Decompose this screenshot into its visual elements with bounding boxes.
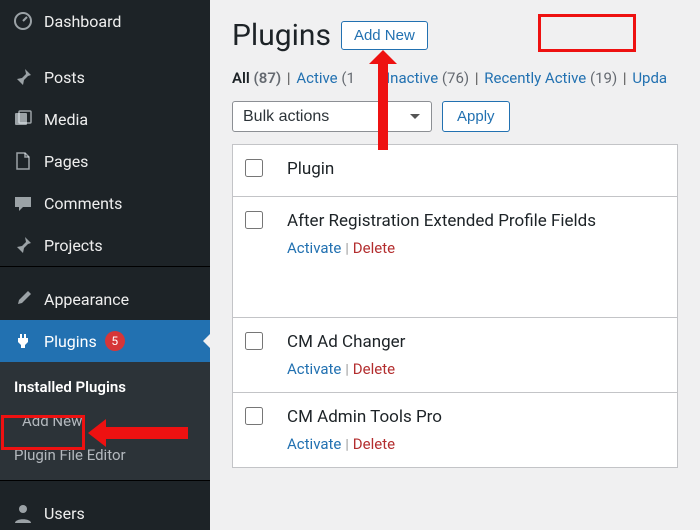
sidebar-item-label: Plugins — [44, 332, 97, 351]
sidebar-item-label: Projects — [44, 236, 103, 255]
sidebar-item-label: Posts — [44, 68, 85, 87]
plugins-submenu: Installed Plugins Add New Plugin File Ed… — [0, 362, 210, 480]
sidebar-item-projects[interactable]: Projects — [0, 224, 210, 266]
activate-link[interactable]: Activate — [287, 239, 341, 257]
bulk-actions-select[interactable]: Bulk actions — [232, 101, 432, 132]
sidebar-item-appearance[interactable]: Appearance — [0, 278, 210, 320]
filter-active[interactable]: Active (1 — [296, 69, 355, 87]
row-checkbox[interactable] — [245, 332, 263, 350]
plugin-filters: All (87) | Active (1 | Inactive (76) | R… — [232, 69, 678, 87]
page-icon — [12, 150, 34, 172]
filter-all[interactable]: All (87) — [232, 69, 281, 87]
pin-icon — [12, 234, 34, 256]
pin-icon — [12, 66, 34, 88]
row-actions: Activate|Delete — [287, 435, 665, 453]
plugin-name: CM Ad Changer — [287, 332, 665, 352]
plugins-table: Plugin After Registration Extended Profi… — [232, 144, 678, 468]
sidebar-item-dashboard[interactable]: Dashboard — [0, 0, 210, 42]
table-row: After Registration Extended Profile Fiel… — [233, 197, 678, 318]
media-icon — [12, 108, 34, 130]
sidebar-item-plugins[interactable]: Plugins 5 — [0, 320, 210, 362]
select-all-checkbox[interactable] — [245, 159, 263, 177]
submenu-add-new[interactable]: Add New — [8, 404, 202, 438]
main-content: Plugins Add New All (87) | Active (1 | I… — [210, 0, 700, 530]
table-row: CM Ad Changer Activate|Delete — [233, 318, 678, 393]
sidebar-item-pages[interactable]: Pages — [0, 140, 210, 182]
sidebar-item-users[interactable]: Users — [0, 492, 210, 530]
users-icon — [12, 502, 34, 524]
filter-update[interactable]: Upda — [632, 69, 667, 87]
row-checkbox[interactable] — [245, 407, 263, 425]
submenu-installed-plugins[interactable]: Installed Plugins — [0, 370, 210, 404]
activate-link[interactable]: Activate — [287, 360, 341, 378]
sidebar-item-label: Dashboard — [44, 12, 121, 31]
add-new-button[interactable]: Add New — [341, 21, 428, 50]
row-actions: Activate|Delete — [287, 360, 665, 378]
sidebar-item-label: Media — [44, 110, 88, 129]
admin-sidebar: Dashboard Posts Media Pages Comments Pro… — [0, 0, 210, 530]
page-title: Plugins — [232, 18, 331, 53]
update-badge: 5 — [105, 331, 125, 351]
sidebar-item-comments[interactable]: Comments — [0, 182, 210, 224]
sidebar-separator — [0, 480, 210, 492]
brush-icon — [12, 288, 34, 310]
row-actions: Activate|Delete — [287, 239, 665, 257]
sidebar-item-label: Comments — [44, 194, 122, 213]
sidebar-separator — [0, 266, 210, 278]
filter-inactive[interactable]: Inactive (76) — [386, 69, 469, 87]
dashboard-icon — [12, 10, 34, 32]
plugin-name: After Registration Extended Profile Fiel… — [287, 211, 665, 231]
table-row: CM Admin Tools Pro Activate|Delete — [233, 393, 678, 468]
column-plugin[interactable]: Plugin — [275, 145, 678, 197]
delete-link[interactable]: Delete — [353, 360, 395, 378]
submenu-plugin-file-editor[interactable]: Plugin File Editor — [0, 438, 210, 472]
activate-link[interactable]: Activate — [287, 435, 341, 453]
sidebar-item-posts[interactable]: Posts — [0, 56, 210, 98]
apply-button[interactable]: Apply — [442, 101, 510, 132]
delete-link[interactable]: Delete — [353, 435, 395, 453]
plugin-icon — [12, 330, 34, 352]
plugin-name: CM Admin Tools Pro — [287, 407, 665, 427]
sidebar-item-label: Pages — [44, 152, 88, 171]
delete-link[interactable]: Delete — [353, 239, 395, 257]
sidebar-item-media[interactable]: Media — [0, 98, 210, 140]
comments-icon — [12, 192, 34, 214]
sidebar-item-label: Appearance — [44, 290, 129, 309]
sidebar-item-label: Users — [44, 504, 85, 523]
row-checkbox[interactable] — [245, 211, 263, 229]
filter-recently-active[interactable]: Recently Active (19) — [484, 69, 617, 87]
